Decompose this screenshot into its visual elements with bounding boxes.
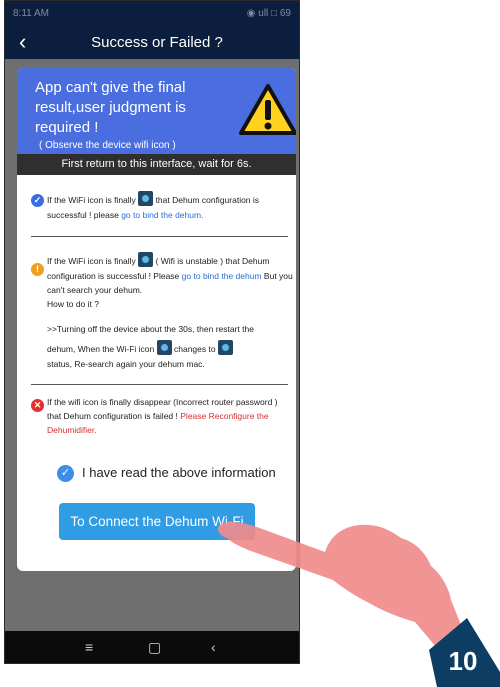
divider xyxy=(31,236,288,237)
wifi-connected-icon-2 xyxy=(217,340,233,356)
instruction-step-1: >>Turning off the device about the 30s, … xyxy=(47,324,254,334)
failed-section: If the wifi icon is finally disappear (I… xyxy=(47,395,293,437)
unstable-text-pre: If the WiFi icon is finally xyxy=(47,256,136,266)
page-title: Success or Failed ? xyxy=(91,34,223,51)
wait-notice: First return to this interface, wait for… xyxy=(17,154,296,175)
status-icons: ◉ ull □ 69 xyxy=(246,8,291,19)
instruction-step-2a: dehum, When the Wi-Fi icon xyxy=(47,344,155,354)
status-bar: 8:11 AM ◉ ull □ 69 xyxy=(5,1,299,27)
checkbox-check-icon[interactable]: ✓ xyxy=(57,465,74,483)
instruction-step-2b: changes to xyxy=(173,344,216,354)
banner-main-text: App can't give the final result,user jud… xyxy=(35,79,186,136)
banner-sub-text: ( Observe the device wifi icon ) xyxy=(39,140,176,151)
pointing-hand-icon: 10 xyxy=(218,522,500,687)
navigation-bar: ‹ Success or Failed ? xyxy=(5,27,299,59)
wifi-unstable-icon xyxy=(138,252,154,268)
menu-icon[interactable]: ≡ xyxy=(85,639,93,655)
how-to-text: How to do it ? xyxy=(47,299,99,310)
failed-x-icon: ✕ xyxy=(31,399,44,412)
divider xyxy=(31,384,288,385)
instructions-section: >>Turning off the device about the 30s, … xyxy=(47,322,293,371)
instruction-step-3: status, Re-search again your dehum mac. xyxy=(47,359,205,370)
status-time: 8:11 AM xyxy=(13,8,49,19)
result-card: App can't give the final result,user jud… xyxy=(17,68,296,571)
warning-triangle-icon xyxy=(239,84,296,135)
read-confirmation-label: I have read the above information xyxy=(82,465,276,480)
bind-dehum-link[interactable]: go to bind the dehum. xyxy=(121,210,203,220)
success-check-icon: ✓ xyxy=(31,194,44,207)
success-section: If the WiFi icon is finally that Dehum c… xyxy=(47,191,293,222)
success-text-pre: If the WiFi icon is finally xyxy=(47,195,136,205)
judgment-banner: App can't give the final result,user jud… xyxy=(17,68,296,154)
unstable-section: If the WiFi icon is finally ( Wifi is un… xyxy=(47,252,293,311)
wifi-connected-icon xyxy=(138,191,154,207)
read-confirmation[interactable]: ✓ I have read the above information xyxy=(57,465,276,483)
step-badge: 10 xyxy=(449,646,478,676)
bind-dehum-link-2[interactable]: go to bind the dehum xyxy=(182,271,262,281)
wifi-unstable-icon-2 xyxy=(156,340,172,356)
home-icon[interactable]: ▢ xyxy=(148,639,161,656)
unstable-warning-icon: ! xyxy=(31,263,44,276)
